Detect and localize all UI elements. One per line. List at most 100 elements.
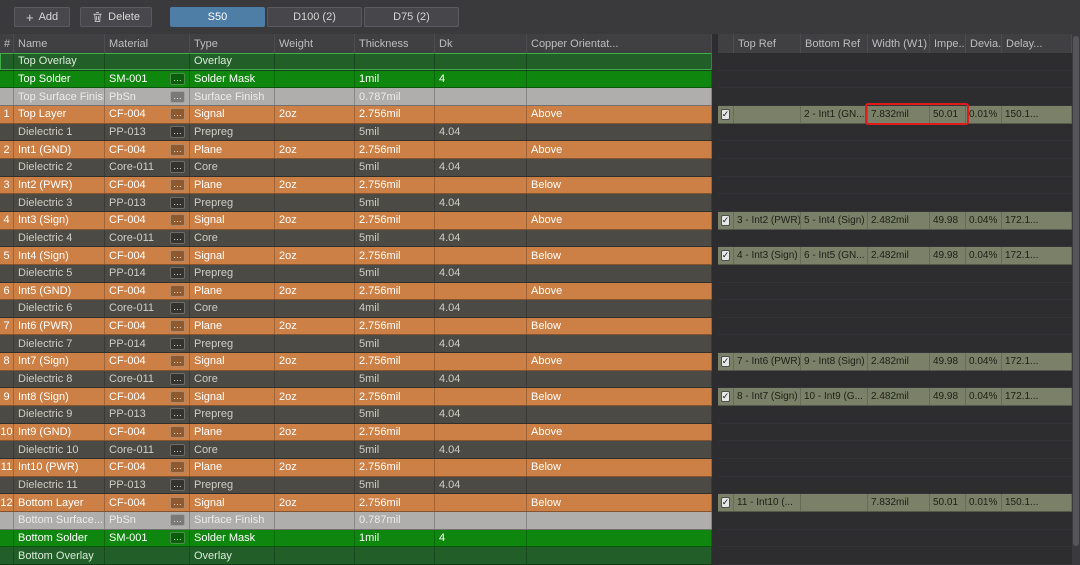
impedance-row[interactable]: ✓ 4 - Int3 (Sign) 6 - Int5 (GN... 2.482mil 4…	[718, 247, 1072, 265]
impedance-cell[interactable]: 49.98	[930, 388, 966, 406]
dk-cell[interactable]: 4.04	[435, 194, 527, 211]
dk-cell[interactable]: 4	[435, 529, 527, 547]
impedance-cell[interactable]: 49.98	[930, 353, 966, 370]
type-cell[interactable]: Prepreg	[190, 194, 275, 211]
material-cell[interactable]: CF-004…	[105, 105, 190, 123]
delay-cell[interactable]: 172.1...	[1002, 353, 1072, 370]
material-cell[interactable]: CF-004…	[105, 211, 190, 229]
stackup-row[interactable]: Top Surface Finish PbSn… Surface Finish 0.7…	[0, 88, 712, 106]
thickness-cell[interactable]: 5mil	[355, 476, 435, 494]
material-ellipsis-button[interactable]: …	[170, 178, 185, 191]
material-ellipsis-button[interactable]: …	[170, 108, 185, 121]
name-cell[interactable]: Dielectric 11	[14, 476, 105, 494]
orientation-cell[interactable]: Below	[527, 388, 712, 406]
thickness-cell[interactable]: 2.756mil	[355, 176, 435, 194]
dk-cell[interactable]	[435, 317, 527, 335]
top-ref-cell[interactable]: 4 - Int3 (Sign)	[734, 247, 801, 264]
stackup-row[interactable]: 12 Bottom Layer CF-004… Signal 2oz 2.756mil Be…	[0, 494, 712, 513]
material-ellipsis-button[interactable]: …	[170, 320, 185, 333]
stackup-row[interactable]: Bottom Overlay Overlay	[0, 547, 712, 565]
type-cell[interactable]: Plane	[190, 459, 275, 476]
weight-cell[interactable]	[275, 264, 355, 282]
delay-cell[interactable]: 172.1...	[1002, 211, 1072, 229]
orientation-cell[interactable]	[527, 194, 712, 211]
stackup-row[interactable]: 6 Int5 (GND) CF-004… Plane 2oz 2.756mil Above	[0, 282, 712, 301]
material-cell[interactable]: Core-011…	[105, 229, 190, 247]
impedance-row[interactable]: ✓ 2 - Int1 (GN... 7.832mil 50.01 0.01% 150.1.…	[718, 105, 1072, 124]
dk-cell[interactable]	[435, 388, 527, 406]
material-cell[interactable]: CF-004…	[105, 388, 190, 406]
orientation-cell[interactable]: Below	[527, 176, 712, 194]
material-ellipsis-button[interactable]: …	[170, 284, 185, 297]
orientation-cell[interactable]: Above	[527, 141, 712, 158]
thickness-cell[interactable]: 1mil	[355, 529, 435, 547]
orientation-cell[interactable]	[527, 512, 712, 529]
material-ellipsis-button[interactable]: …	[170, 267, 185, 280]
row-number-cell[interactable]	[0, 300, 14, 317]
bottom-ref-cell[interactable]: 10 - Int9 (G...	[801, 388, 868, 406]
width-cell[interactable]: 2.482mil	[868, 388, 930, 406]
type-cell[interactable]: Plane	[190, 141, 275, 158]
dk-cell[interactable]	[435, 494, 527, 512]
weight-cell[interactable]: 2oz	[275, 176, 355, 194]
row-number-cell[interactable]	[0, 70, 14, 88]
orientation-cell[interactable]: Below	[527, 247, 712, 264]
impedance-row[interactable]: ✓ 11 - Int10 (... 7.832mil 50.01 0.01% 150.1.…	[718, 494, 1072, 513]
material-cell[interactable]: CF-004…	[105, 247, 190, 264]
material-ellipsis-button[interactable]: …	[170, 532, 185, 545]
delay-cell[interactable]: 172.1...	[1002, 388, 1072, 406]
orientation-cell[interactable]	[527, 335, 712, 353]
dk-cell[interactable]	[435, 53, 527, 70]
dk-cell[interactable]: 4.04	[435, 441, 527, 459]
weight-cell[interactable]	[275, 53, 355, 70]
stackup-row[interactable]: Dielectric 4 Core-011… Core 5mil 4.04	[0, 229, 712, 248]
orientation-cell[interactable]: Below	[527, 459, 712, 476]
material-ellipsis-button[interactable]: …	[170, 302, 185, 315]
orientation-cell[interactable]: Below	[527, 317, 712, 335]
type-cell[interactable]: Core	[190, 229, 275, 247]
name-cell[interactable]: Top Layer	[14, 105, 105, 123]
row-number-cell[interactable]	[0, 441, 14, 459]
orientation-cell[interactable]: Above	[527, 211, 712, 229]
tab-s50[interactable]: S50	[169, 7, 265, 27]
name-cell[interactable]: Bottom Solder	[14, 529, 105, 547]
row-number-cell[interactable]: 12	[0, 494, 14, 512]
name-cell[interactable]: Dielectric 9	[14, 406, 105, 423]
thickness-cell[interactable]: 5mil	[355, 158, 435, 176]
material-ellipsis-button[interactable]: …	[170, 496, 185, 509]
thickness-cell[interactable]	[355, 53, 435, 70]
name-cell[interactable]: Int9 (GND)	[14, 423, 105, 441]
thickness-cell[interactable]: 2.756mil	[355, 353, 435, 370]
weight-cell[interactable]: 2oz	[275, 141, 355, 158]
material-cell[interactable]: PbSn…	[105, 512, 190, 529]
weight-cell[interactable]	[275, 406, 355, 423]
row-number-cell[interactable]: 4	[0, 211, 14, 229]
weight-cell[interactable]	[275, 512, 355, 529]
type-cell[interactable]: Overlay	[190, 53, 275, 70]
weight-cell[interactable]	[275, 194, 355, 211]
thickness-cell[interactable]: 5mil	[355, 335, 435, 353]
weight-cell[interactable]: 2oz	[275, 105, 355, 123]
name-cell[interactable]: Bottom Overlay	[14, 547, 105, 564]
weight-cell[interactable]	[275, 370, 355, 388]
row-number-cell[interactable]	[0, 529, 14, 547]
name-cell[interactable]: Int3 (Sign)	[14, 211, 105, 229]
delay-cell[interactable]: 150.1...	[1002, 494, 1072, 512]
bottom-ref-cell[interactable]	[801, 494, 868, 512]
top-ref-cell[interactable]	[734, 105, 801, 123]
type-cell[interactable]: Solder Mask	[190, 529, 275, 547]
type-cell[interactable]: Prepreg	[190, 264, 275, 282]
weight-cell[interactable]: 2oz	[275, 282, 355, 300]
material-cell[interactable]: CF-004…	[105, 317, 190, 335]
thickness-cell[interactable]: 2.756mil	[355, 141, 435, 158]
stackup-row[interactable]: 2 Int1 (GND) CF-004… Plane 2oz 2.756mil Above	[0, 141, 712, 159]
top-ref-cell[interactable]: 11 - Int10 (...	[734, 494, 801, 512]
stackup-row[interactable]: Dielectric 3 PP-013… Prepreg 5mil 4.04	[0, 194, 712, 212]
thickness-cell[interactable]: 2.756mil	[355, 247, 435, 264]
orientation-cell[interactable]	[527, 547, 712, 564]
enable-checkbox[interactable]: ✓	[720, 355, 731, 367]
material-ellipsis-button[interactable]: …	[170, 125, 185, 138]
material-ellipsis-button[interactable]: …	[170, 373, 185, 386]
orientation-cell[interactable]	[527, 229, 712, 247]
row-number-cell[interactable]: 3	[0, 176, 14, 194]
